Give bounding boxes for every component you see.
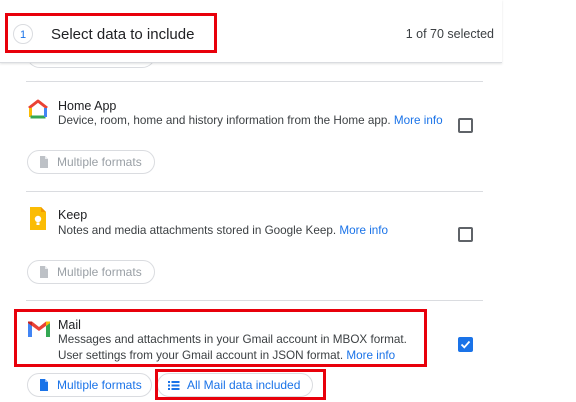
include-checkbox-home-app[interactable] [458,118,473,133]
product-title-keep: Keep [58,208,88,222]
formats-chip-home-app[interactable]: Multiple formats [27,150,155,174]
divider [26,191,483,192]
home-app-icon [28,99,48,119]
product-description-home-app: Device, room, home and history informati… [58,114,443,127]
more-info-link-keep[interactable]: More info [339,224,388,237]
more-info-link-mail[interactable]: More info [346,349,395,362]
divider [26,81,483,82]
include-checkbox-keep[interactable] [458,227,473,242]
file-icon [40,156,48,168]
divider [26,300,483,301]
selected-count: 1 of 70 selected [405,27,494,41]
file-icon [40,266,48,278]
product-description-mail: Messages and attachments in your Gmail a… [58,333,407,362]
include-checkbox-mail[interactable] [458,337,473,352]
gmail-icon [28,321,50,337]
keep-icon [30,207,46,230]
product-selection-panel: Home App Device, room, home and history … [0,0,502,402]
page-title: Select data to include [51,26,195,43]
checkmark-icon [460,340,471,349]
step-number-badge: 1 [13,24,33,44]
list-icon [168,381,180,390]
all-mail-data-included-button[interactable]: All Mail data included [157,373,313,397]
product-title-mail: Mail [58,318,81,332]
file-icon [40,379,48,391]
formats-chip-keep[interactable]: Multiple formats [27,260,155,284]
formats-chip-label: Multiple formats [57,378,142,392]
more-info-link-home-app[interactable]: More info [394,114,443,127]
all-mail-data-label: All Mail data included [187,378,301,392]
step-header: 1 Select data to include 1 of 70 selecte… [0,0,502,63]
formats-chip-mail[interactable]: Multiple formats [27,373,152,397]
product-title-home-app: Home App [58,99,117,113]
formats-chip-label: Multiple formats [57,265,142,279]
product-description-keep: Notes and media attachments stored in Go… [58,224,389,237]
formats-chip-label: Multiple formats [57,155,142,169]
